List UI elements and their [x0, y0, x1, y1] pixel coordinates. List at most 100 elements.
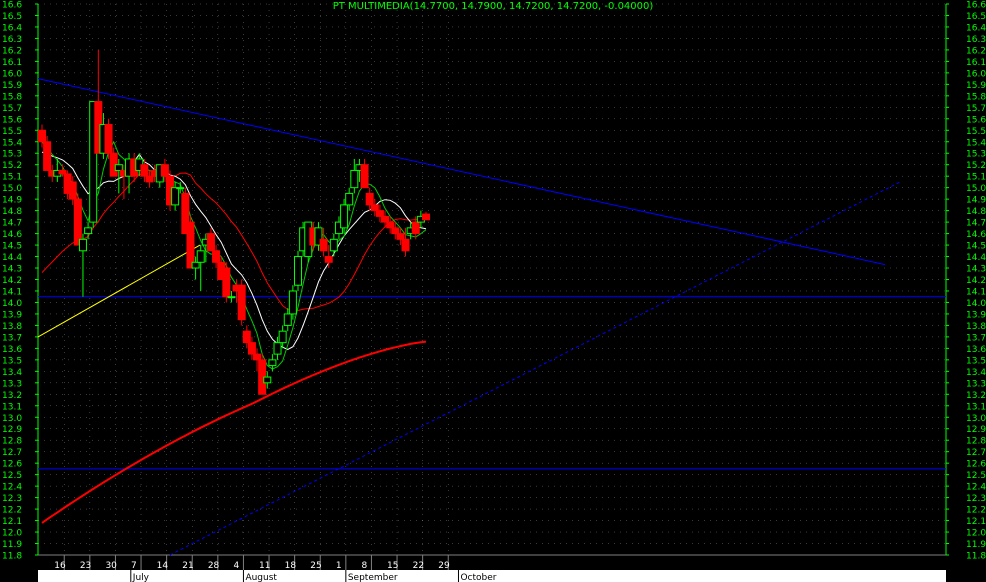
y-tick-label-left: 12.1 — [2, 517, 22, 527]
candle-body — [268, 359, 277, 367]
y-tick-label-left: 16.4 — [2, 23, 22, 33]
candle-body — [370, 204, 379, 212]
y-tick-label-left: 13.0 — [2, 414, 22, 424]
y-tick-label-left: 12.0 — [2, 529, 22, 539]
month-label: July — [132, 573, 150, 582]
candle-body — [278, 330, 287, 344]
y-tick-label-left: 13.8 — [2, 322, 22, 332]
candle-body — [329, 238, 338, 252]
y-tick-label-left: 15.5 — [2, 127, 22, 137]
y-tick-label-left: 15.0 — [2, 184, 22, 194]
y-tick-label-left: 15.4 — [2, 138, 22, 148]
y-tick-label-right: 15.5 — [966, 127, 986, 137]
y-tick-label-right: 15.9 — [966, 81, 986, 91]
candle-body — [242, 330, 251, 344]
y-tick-label-right: 14.7 — [966, 219, 986, 229]
candle-body — [273, 342, 282, 355]
y-tick-label-left: 13.4 — [2, 368, 22, 378]
y-tick-label-left: 11.8 — [2, 552, 22, 562]
candle-body — [43, 141, 52, 171]
candle-body — [365, 192, 374, 206]
x-tick-label: 14 — [157, 561, 169, 571]
candle-body — [391, 227, 400, 235]
candle-body — [171, 187, 180, 206]
x-tick-label: 16 — [54, 561, 66, 571]
y-tick-label-left: 15.9 — [2, 81, 22, 91]
candle-body — [222, 267, 231, 298]
y-tick-label-left: 16.2 — [2, 46, 22, 56]
y-tick-label-right: 16.6 — [966, 1, 986, 11]
y-tick-label-right: 15.1 — [966, 173, 986, 183]
x-tick-label: 15 — [387, 561, 398, 571]
y-tick-label-right: 12.9 — [966, 425, 986, 435]
y-tick-label-right: 14.1 — [966, 287, 986, 297]
y-tick-label-left: 15.6 — [2, 115, 22, 125]
y-tick-label-right: 15.0 — [966, 184, 986, 194]
y-tick-label-left: 15.3 — [2, 150, 22, 160]
y-tick-label-right: 13.8 — [966, 322, 986, 332]
y-tick-label-left: 12.6 — [2, 460, 22, 470]
y-tick-label-right: 15.3 — [966, 150, 986, 160]
candle-body — [176, 187, 185, 190]
y-tick-label-left: 13.3 — [2, 379, 22, 389]
y-tick-label-left: 15.2 — [2, 161, 22, 171]
y-tick-label-left: 12.5 — [2, 471, 22, 481]
candle-body — [78, 238, 87, 252]
x-tick-label: 25 — [310, 561, 321, 571]
y-tick-label-right: 15.7 — [966, 104, 986, 114]
candle-body — [345, 192, 354, 206]
x-tick-label: 4 — [233, 561, 239, 571]
y-tick-label-right: 12.3 — [966, 494, 986, 504]
candle-body — [68, 181, 77, 200]
y-tick-label-left: 12.7 — [2, 448, 22, 458]
y-tick-label-right: 14.6 — [966, 230, 986, 240]
x-tick-label: 8 — [361, 561, 367, 571]
y-tick-label-right: 13.6 — [966, 345, 986, 355]
y-tick-label-right: 16.0 — [966, 69, 986, 79]
y-tick-label-left: 14.7 — [2, 219, 22, 229]
candle-body — [319, 238, 328, 252]
x-tick-label: 7 — [131, 561, 137, 571]
y-tick-label-right: 16.4 — [966, 23, 986, 33]
candle-body — [247, 342, 256, 355]
candle-body — [196, 250, 205, 263]
candle-body — [401, 238, 410, 252]
y-tick-label-right: 12.7 — [966, 448, 986, 458]
x-tick-label: 30 — [105, 561, 117, 571]
y-tick-label-left: 13.2 — [2, 391, 22, 401]
y-tick-label-right: 11.8 — [966, 552, 986, 562]
candle-body — [253, 353, 262, 361]
y-tick-label-left: 13.6 — [2, 345, 22, 355]
candle-body — [227, 296, 236, 299]
y-tick-label-right: 15.4 — [966, 138, 986, 148]
y-tick-label-right: 12.4 — [966, 483, 986, 493]
candle-body — [375, 210, 384, 217]
y-tick-label-left: 11.9 — [2, 540, 22, 550]
y-tick-label-left: 12.2 — [2, 506, 22, 516]
candle-body — [381, 215, 390, 223]
y-tick-label-left: 16.3 — [2, 35, 22, 45]
y-tick-label-left: 14.9 — [2, 196, 22, 206]
y-tick-label-left: 12.4 — [2, 483, 22, 493]
candle-body — [360, 164, 369, 189]
y-tick-label-right: 14.0 — [966, 299, 986, 309]
candle-body — [145, 175, 154, 183]
x-tick-label: 23 — [80, 561, 91, 571]
y-tick-label-left: 14.1 — [2, 287, 22, 297]
y-tick-label-right: 12.5 — [966, 471, 986, 481]
y-tick-label-right: 14.2 — [966, 276, 986, 286]
y-tick-label-right: 13.2 — [966, 391, 986, 401]
x-tick-label: 29 — [438, 561, 450, 571]
candle-body — [58, 169, 67, 175]
candle-body — [288, 290, 297, 315]
y-tick-label-left: 12.8 — [2, 437, 22, 447]
x-tick-label: 21 — [182, 561, 193, 571]
candle-body — [73, 198, 82, 246]
x-tick-label: 22 — [413, 561, 424, 571]
candlestick-chart: 11.8 11.811.9 11.912.0 12.012.1 12.112.2 12.2… — [2, 1, 986, 582]
y-tick-label-right: 13.0 — [966, 414, 986, 424]
candle-body — [191, 261, 200, 269]
candle-body — [104, 124, 113, 154]
y-tick-label-right: 13.3 — [966, 379, 986, 389]
candle-body — [324, 256, 333, 263]
